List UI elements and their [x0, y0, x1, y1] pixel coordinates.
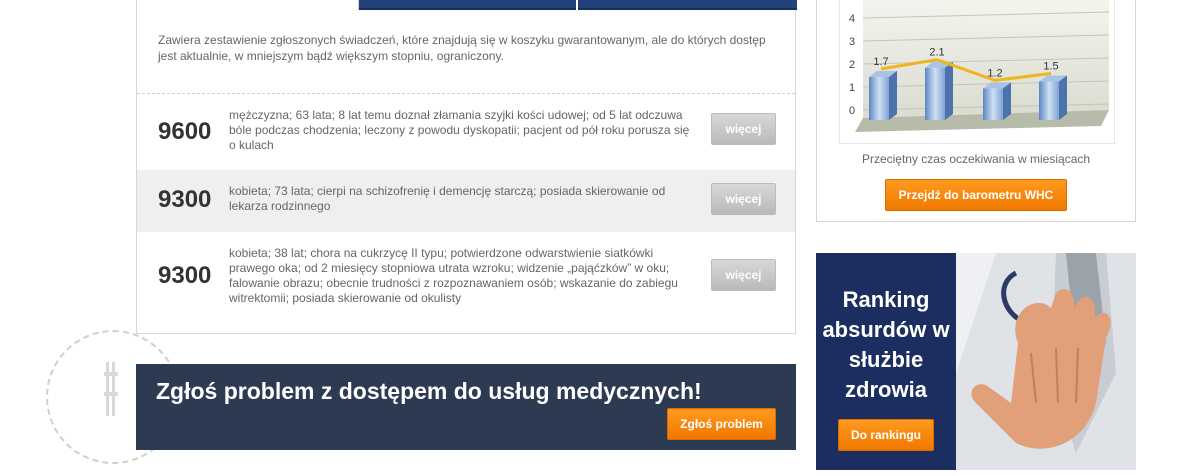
panel-intro: Zawiera zestawienie zgłoszonych świadcze…	[158, 33, 766, 63]
chart-caption: Przeciętny czas oczekiwania w miesiącach	[861, 152, 1091, 166]
case-number: 9300	[158, 262, 212, 289]
case-number: 9300	[158, 186, 212, 213]
chart-y-tick-label: 4	[849, 13, 855, 25]
divider	[137, 93, 795, 94]
chart-y-tick-label: 3	[849, 36, 855, 48]
case-description: mężczyzna; 63 lata; 8 lat temu doznał zł…	[229, 108, 690, 152]
chart-data-label: 2.1	[929, 47, 944, 59]
chart-bar	[1039, 81, 1059, 120]
case-description: kobieta; 38 lat; chora na cukrzycę II ty…	[229, 246, 678, 305]
barometer-box: 0 1 2 3 4 1.7 2.1 1.2 1.5 Przeciętny czas oczek…	[816, 0, 1136, 222]
chart-bar	[983, 88, 1003, 120]
ranking-title: Ranking absurdów w służbie zdrowia	[822, 287, 950, 402]
chart-data-label: 1.7	[873, 56, 888, 68]
chart-bar-side	[1003, 82, 1011, 120]
doctor-hand-image	[956, 253, 1136, 470]
report-title: Zgłoś problem z dostępem do usług medycz…	[156, 378, 702, 404]
waiting-time-chart: 0 1 2 3 4 1.7 2.1 1.2 1.5	[839, 0, 1115, 144]
chart-data-label: 1.2	[987, 67, 1002, 79]
case-row: 9300 kobieta; 73 lata; cierpi na schizof…	[137, 170, 795, 232]
case-description: kobieta; 73 lata; cierpi na schizofrenię…	[229, 184, 666, 213]
tab-strip	[137, 0, 797, 10]
more-button[interactable]: więcej	[711, 113, 776, 145]
case-number: 9600	[158, 118, 212, 145]
more-button[interactable]: więcej	[711, 259, 776, 291]
chart-bar-side	[945, 61, 953, 120]
chart-y-tick-label: 2	[849, 59, 855, 71]
chart-y-tick-label: 0	[849, 105, 855, 117]
tab-active[interactable]	[137, 0, 359, 10]
case-row: 9600 mężczyzna; 63 lata; 8 lat temu dozn…	[137, 100, 795, 170]
chart-y-tick-label: 1	[849, 82, 855, 94]
more-button[interactable]: więcej	[711, 183, 776, 215]
ranking-button[interactable]: Do rankingu	[838, 419, 934, 451]
ranking-banner[interactable]: Ranking absurdów w służbie zdrowia Do ra…	[816, 253, 1136, 470]
waiting-cases-panel: Zawiera zestawienie zgłoszonych świadcze…	[136, 0, 797, 334]
chart-bar-side	[1059, 75, 1067, 120]
tab-third[interactable]	[578, 0, 797, 10]
chart-bar	[925, 67, 945, 120]
case-row: 9300 kobieta; 38 lat; chora na cukrzycę …	[137, 234, 795, 324]
logo-mark-icon	[104, 362, 118, 416]
tab-second[interactable]	[359, 0, 576, 10]
report-banner: Zgłoś problem z dostępem do usług medycz…	[136, 364, 796, 450]
chart-bar-side	[889, 70, 897, 120]
chart-bar	[869, 76, 889, 120]
barometer-button[interactable]: Przejdź do barometru WHC	[885, 179, 1067, 211]
chart-data-label: 1.5	[1043, 61, 1058, 73]
report-problem-button[interactable]: Zgłoś problem	[667, 408, 776, 440]
